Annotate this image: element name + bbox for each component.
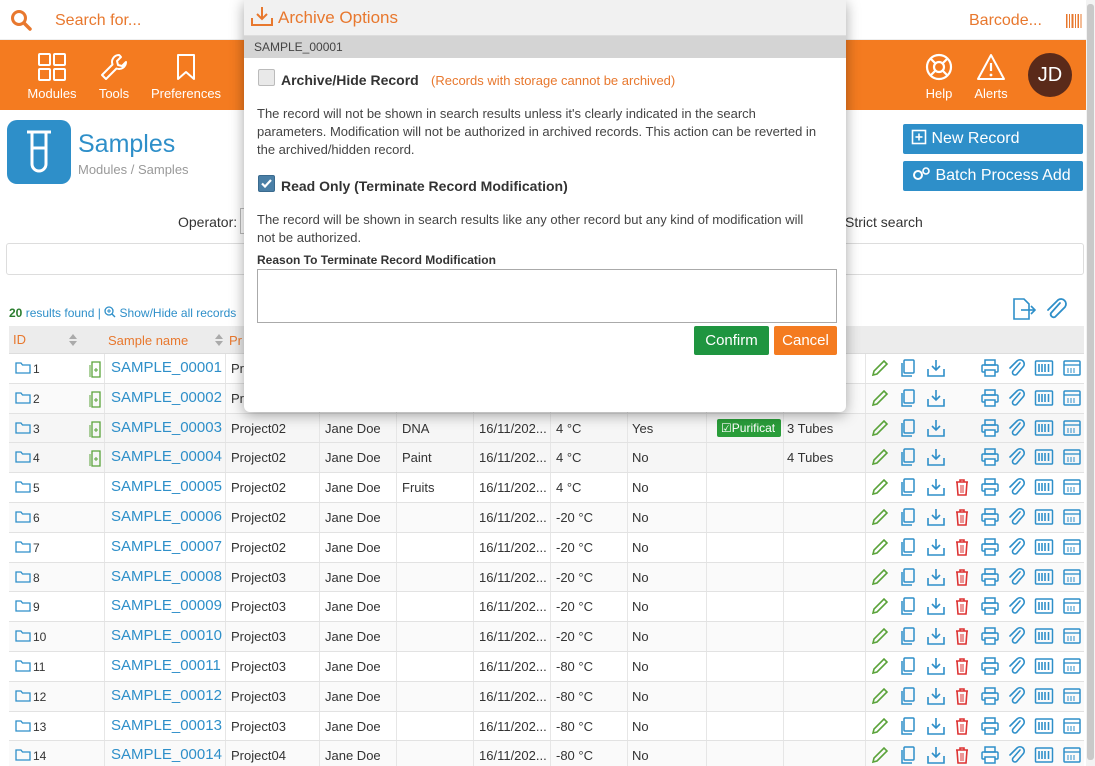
- archive-options-dialog: Archive Options SAMPLE_00001 Archive/Hid…: [244, 0, 846, 412]
- dialog-header: Archive Options: [244, 0, 846, 36]
- archive-hide-label[interactable]: Archive/Hide Record: [281, 72, 419, 88]
- archive-hide-checkbox[interactable]: [258, 69, 275, 86]
- read-only-label[interactable]: Read Only (Terminate Record Modification…: [281, 178, 568, 194]
- reason-label: Reason To Terminate Record Modification: [257, 253, 496, 267]
- archive-hide-note: (Records with storage cannot be archived…: [431, 73, 676, 88]
- confirm-button[interactable]: Confirm: [694, 326, 769, 355]
- reason-textarea[interactable]: [257, 269, 837, 323]
- dialog-record-id: SAMPLE_00001: [244, 36, 846, 58]
- archive-download-icon: [251, 7, 273, 26]
- read-only-checkbox[interactable]: [258, 175, 275, 192]
- checkmark-icon: [261, 179, 272, 189]
- archive-hide-description: The record will not be shown in search r…: [257, 106, 817, 157]
- scrollbar-thumb[interactable]: [1087, 4, 1094, 760]
- dialog-title: Archive Options: [278, 8, 398, 27]
- cancel-button[interactable]: Cancel: [774, 326, 837, 355]
- read-only-description: The record will be shown in search resul…: [257, 212, 804, 245]
